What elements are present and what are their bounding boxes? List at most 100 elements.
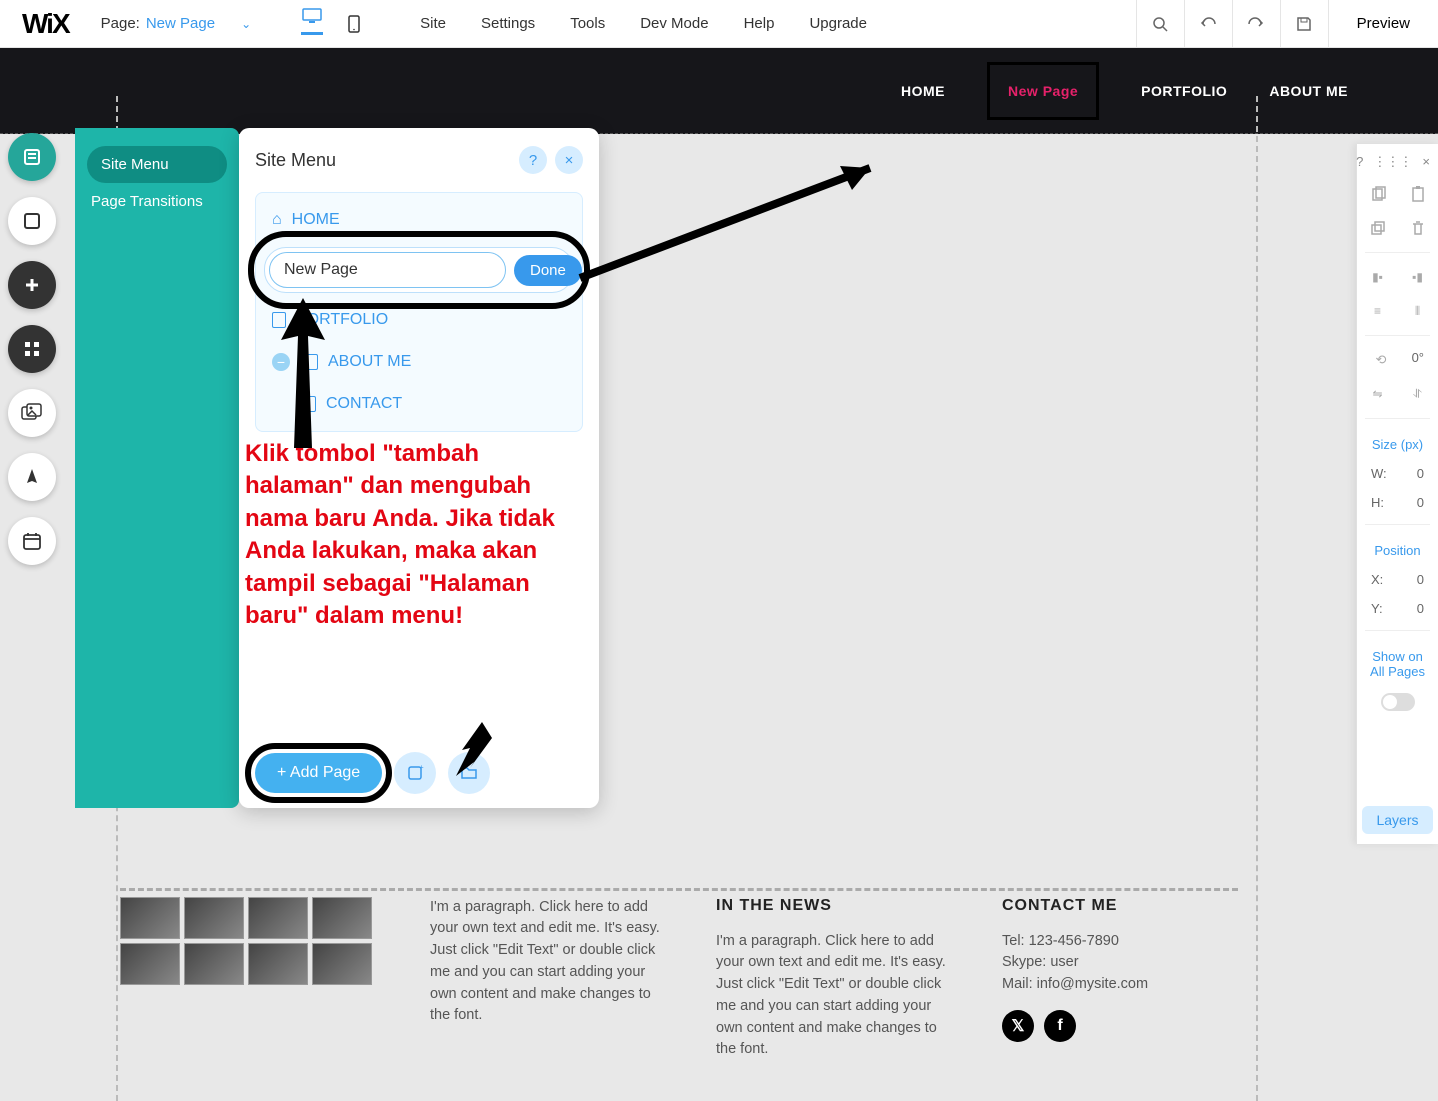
layers-button[interactable]: Layers	[1362, 806, 1432, 834]
add-tool-icon[interactable]	[8, 261, 56, 309]
undo-icon[interactable]	[1184, 0, 1232, 48]
copy-icon[interactable]	[1368, 184, 1388, 204]
width-value[interactable]: 0	[1417, 466, 1424, 481]
media-tool-icon[interactable]	[8, 389, 56, 437]
apps-tool-icon[interactable]	[8, 325, 56, 373]
drag-handle-icon[interactable]: ⋮⋮⋮	[1373, 154, 1412, 170]
menu-settings[interactable]: Settings	[481, 15, 535, 32]
show-all-toggle[interactable]	[1381, 693, 1415, 711]
home-icon: ⌂	[272, 211, 282, 229]
current-page-name: New Page	[146, 15, 215, 32]
add-page-button[interactable]: + Add Page	[255, 753, 382, 793]
menu-tools[interactable]: Tools	[570, 15, 605, 32]
nav-portfolio[interactable]: PORTFOLIO	[1141, 83, 1227, 99]
close-icon[interactable]: ×	[1422, 154, 1430, 170]
page-name-input[interactable]	[269, 252, 506, 288]
top-actions: Preview	[1136, 0, 1438, 48]
nav-about[interactable]: ABOUT ME	[1269, 83, 1348, 99]
add-folder-icon[interactable]	[448, 752, 490, 794]
contact-line: Tel: 123-456-7890	[1002, 931, 1238, 953]
thumbnail-grid	[120, 897, 380, 985]
footer-heading: IN THE NEWS	[716, 897, 952, 915]
footer-col-news: IN THE NEWS I'm a paragraph. Click here …	[716, 897, 952, 1062]
y-value[interactable]: 0	[1417, 601, 1424, 616]
distribute-v-icon[interactable]: ⦀	[1408, 301, 1428, 321]
footer-col-whats-new: I'm a paragraph. Click here to add your …	[430, 897, 666, 1062]
menu-item-edit-row: Done	[264, 247, 574, 293]
menu-devmode[interactable]: Dev Mode	[640, 15, 708, 32]
preview-button[interactable]: Preview	[1328, 0, 1438, 48]
blog-tool-icon[interactable]	[8, 453, 56, 501]
menu-site[interactable]: Site	[420, 15, 446, 32]
properties-panel: ? ⋮⋮⋮ × ▮▪ ▪▮ ≡ ⦀ ⟲ 0° ⇋ ⥯ S	[1356, 144, 1438, 844]
tab-site-menu[interactable]: Site Menu	[87, 146, 227, 183]
background-tool-icon[interactable]	[8, 197, 56, 245]
tab-page-transitions[interactable]: Page Transitions	[75, 183, 239, 220]
width-label: W:	[1371, 466, 1387, 481]
redo-icon[interactable]	[1232, 0, 1280, 48]
flip-v-icon[interactable]: ⥯	[1408, 384, 1428, 404]
help-icon[interactable]: ?	[1356, 154, 1363, 170]
align-right-icon[interactable]: ▪▮	[1408, 267, 1428, 287]
wix-logo: WiX	[0, 8, 91, 40]
done-button[interactable]: Done	[514, 255, 582, 286]
thumbnail[interactable]	[184, 897, 244, 939]
menu-item-contact[interactable]: CONTACT	[262, 383, 576, 425]
paste-icon[interactable]	[1408, 184, 1428, 204]
menu-item-portfolio[interactable]: PORTFOLIO	[262, 299, 576, 341]
height-value[interactable]: 0	[1417, 495, 1424, 510]
mobile-icon[interactable]	[343, 13, 365, 35]
pages-tool-icon[interactable]	[8, 133, 56, 181]
distribute-h-icon[interactable]: ≡	[1368, 301, 1388, 321]
top-menu: Site Settings Tools Dev Mode Help Upgrad…	[395, 15, 892, 32]
top-bar: WiX Page: New Page ⌄ Site Settings Tools…	[0, 0, 1438, 48]
menu-list: ⌂ HOME Done PORTFOLIO − ABOUT ME CONTACT	[255, 192, 583, 432]
thumbnail[interactable]	[312, 943, 372, 985]
x-label: X:	[1371, 572, 1383, 587]
thumbnail[interactable]	[120, 943, 180, 985]
thumbnail[interactable]	[248, 897, 308, 939]
footer-heading: CONTACT ME	[1002, 897, 1238, 915]
thumbnail[interactable]	[120, 897, 180, 939]
contact-line: Mail: info@mysite.com	[1002, 974, 1238, 996]
menu-item-about[interactable]: − ABOUT ME	[262, 341, 576, 383]
close-icon[interactable]: ×	[555, 146, 583, 174]
panel-title: Site Menu	[255, 150, 336, 171]
duplicate-icon[interactable]	[1368, 218, 1388, 238]
footer-col-thumbs	[120, 897, 380, 1062]
menu-upgrade[interactable]: Upgrade	[809, 15, 867, 32]
left-tool-rail	[8, 133, 56, 565]
rotate-icon[interactable]: ⟲	[1371, 350, 1391, 370]
page-icon	[304, 354, 318, 370]
flip-h-icon[interactable]: ⇋	[1368, 384, 1388, 404]
chevron-down-icon: ⌄	[221, 17, 251, 31]
align-left-icon[interactable]: ▮▪	[1368, 267, 1388, 287]
menu-help[interactable]: Help	[744, 15, 775, 32]
desktop-icon[interactable]	[301, 13, 323, 35]
twitter-icon[interactable]: 𝕏	[1002, 1010, 1034, 1042]
x-value[interactable]: 0	[1417, 572, 1424, 587]
search-icon[interactable]	[1136, 0, 1184, 48]
footer-paragraph[interactable]: I'm a paragraph. Click here to add your …	[716, 931, 952, 1062]
footer-paragraph[interactable]: I'm a paragraph. Click here to add your …	[430, 897, 666, 1028]
menu-item-label: CONTACT	[326, 395, 402, 413]
facebook-icon[interactable]: f	[1044, 1010, 1076, 1042]
collapse-icon[interactable]: −	[272, 353, 290, 371]
position-section-title: Position	[1365, 543, 1430, 558]
bookings-tool-icon[interactable]	[8, 517, 56, 565]
thumbnail[interactable]	[184, 943, 244, 985]
delete-icon[interactable]	[1408, 218, 1428, 238]
add-link-icon[interactable]: +	[394, 752, 436, 794]
thumbnail[interactable]	[248, 943, 308, 985]
nav-home[interactable]: HOME	[901, 83, 945, 99]
y-label: Y:	[1371, 601, 1383, 616]
save-icon[interactable]	[1280, 0, 1328, 48]
help-icon[interactable]: ?	[519, 146, 547, 174]
height-label: H:	[1371, 495, 1384, 510]
thumbnail[interactable]	[312, 897, 372, 939]
page-selector[interactable]: Page: New Page ⌄	[91, 15, 271, 32]
menu-item-home[interactable]: ⌂ HOME	[262, 199, 576, 241]
editor-stage: HOME New Page PORTFOLIO ABOUT ME Site Me…	[0, 48, 1438, 1101]
show-all-label: Show on All Pages	[1365, 649, 1430, 679]
nav-new-page[interactable]: New Page	[987, 62, 1099, 120]
